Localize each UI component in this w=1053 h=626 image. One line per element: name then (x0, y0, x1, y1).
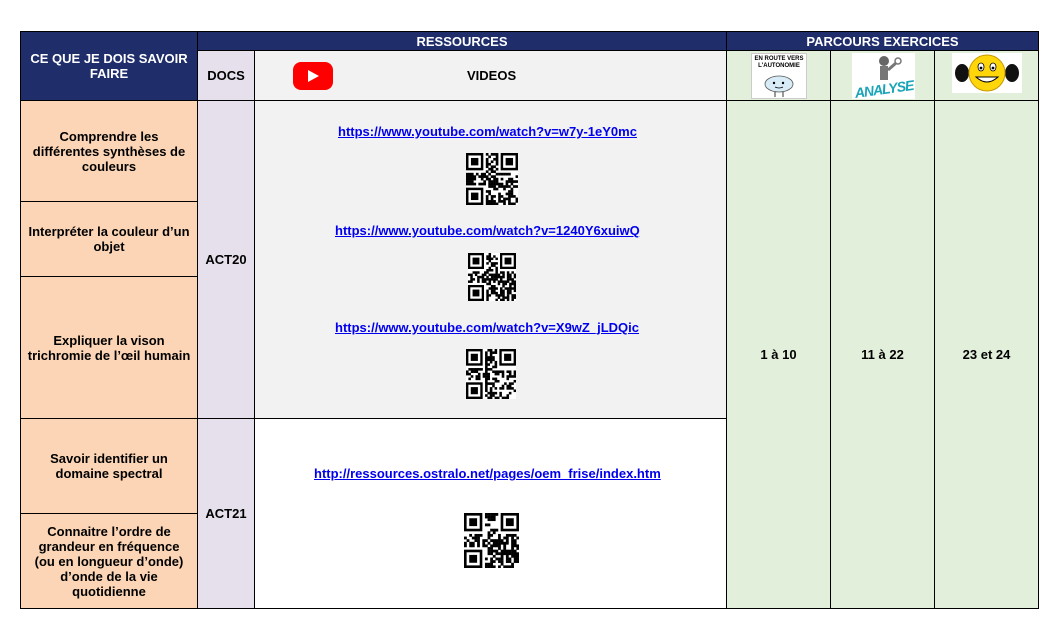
video-link-2[interactable]: https://www.youtube.com/watch?v=1240Y6xu… (335, 223, 640, 238)
videos-column-header: VIDEOS (254, 50, 727, 101)
skill-cell-5: Connaitre l’ordre de grandeur en fréquen… (20, 513, 198, 609)
doc-label: ACT20 (205, 252, 247, 267)
skill-cell-1: Comprendre les différentes synthèses de … (20, 100, 198, 202)
strong-smiley-icon (952, 53, 1022, 93)
exercise-range-2: 11 à 22 (830, 100, 935, 609)
exercise-range-text: 23 et 24 (962, 347, 1011, 362)
exercise-logo-autonomy-cell: EN ROUTE VERS L'AUTONOMIE (726, 50, 831, 101)
resources-header: RESSOURCES (197, 31, 727, 51)
exercises-header: PARCOURS EXERCICES (726, 31, 1039, 51)
videos-column-label: VIDEOS (467, 68, 517, 83)
resources-header-label: RESSOURCES (416, 33, 508, 49)
qr-code-icon (466, 153, 519, 206)
skill-cell-3: Expliquer la vison trichromie de l’œil h… (20, 276, 198, 419)
skill-cell-4: Savoir identifier un domaine spectral (20, 418, 198, 514)
exercise-range-text: 1 à 10 (760, 347, 797, 362)
skill-cell-2: Interpréter la couleur d’un objet (20, 201, 198, 277)
exercises-header-label: PARCOURS EXERCICES (806, 33, 959, 49)
doc-cell-act21: ACT21 (197, 418, 255, 609)
videos-cell-act20: https://www.youtube.com/watch?v=w7y-1eY0… (254, 100, 727, 419)
exercise-logo-smiley-cell (934, 50, 1039, 101)
skills-header-label: CE QUE JE DOIS SAVOIR FAIRE (30, 51, 188, 81)
resource-link-spectrum[interactable]: http://ressources.ostralo.net/pages/oem_… (314, 466, 661, 481)
skill-text: Savoir identifier un domaine spectral (50, 451, 168, 481)
skill-text: Connaitre l’ordre de grandeur en fréquen… (34, 523, 184, 599)
qr-code-icon (466, 349, 517, 400)
exercise-logo-analyse-cell: ANALYSE (830, 50, 935, 101)
en-route-vers-autonomie-logo: EN ROUTE VERS L'AUTONOMIE (751, 53, 807, 99)
skill-text: Interpréter la couleur d’un objet (28, 224, 190, 254)
qr-code-icon (464, 513, 520, 569)
exercise-range-text: 11 à 22 (861, 347, 904, 362)
videos-cell-act21: http://ressources.ostralo.net/pages/oem_… (254, 418, 727, 609)
video-link-3[interactable]: https://www.youtube.com/watch?v=X9wZ_jLD… (335, 320, 639, 335)
doc-cell-act20: ACT20 (197, 100, 255, 419)
exercise-range-1: 1 à 10 (726, 100, 831, 609)
docs-column-label: DOCS (207, 68, 245, 83)
qr-code-icon (468, 253, 517, 302)
video-link-1[interactable]: https://www.youtube.com/watch?v=w7y-1eY0… (338, 124, 637, 139)
analyse-logo: ANALYSE (852, 53, 915, 101)
skills-header: CE QUE JE DOIS SAVOIR FAIRE (20, 31, 198, 101)
skill-text: Comprendre les différentes synthèses de … (32, 128, 186, 174)
youtube-icon (293, 62, 333, 90)
docs-column-header: DOCS (197, 50, 255, 101)
exercise-range-3: 23 et 24 (934, 100, 1039, 609)
skill-text: Expliquer la vison trichromie de l’œil h… (27, 332, 191, 363)
doc-label: ACT21 (205, 506, 247, 521)
